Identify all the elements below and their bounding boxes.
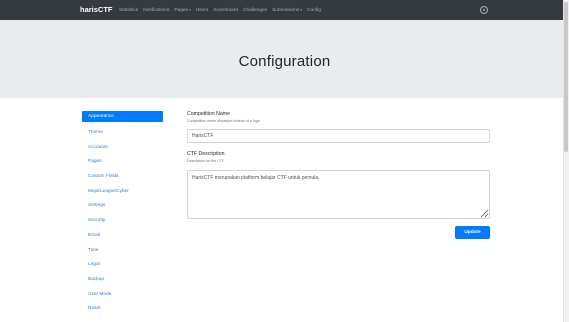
sidebar-item-reset[interactable]: Reset (82, 302, 163, 317)
nav-statistics-label: Statistics (119, 7, 139, 13)
sidebar-item-pages[interactable]: Pages (82, 155, 163, 170)
caret-down-icon: ▾ (188, 7, 191, 12)
competition-name-help: Competition name displayed instead of a … (187, 119, 260, 123)
sidebar-item-backup[interactable]: Backup (82, 273, 163, 288)
sidebar-item-theme[interactable]: Theme (82, 126, 163, 141)
page-title: Configuration (238, 52, 331, 70)
scrollbar-thumb[interactable] (564, 2, 568, 152)
nav-pages-label: Pages (174, 7, 188, 13)
config-sidebar: Appearance Theme Accounts Pages Custom F… (82, 111, 163, 317)
sidebar-item-accounts[interactable]: Accounts (82, 141, 163, 156)
sidebar-item-custom-fields[interactable]: Custom Fields (82, 170, 163, 185)
nav-config[interactable]: Config (307, 8, 321, 13)
sidebar-item-settings[interactable]: Settings (82, 199, 163, 214)
sidebar-item-legal[interactable]: Legal (82, 258, 163, 273)
nav-pages-dropdown[interactable]: Pages▾ (174, 8, 190, 13)
sidebar-item-user-mode[interactable]: User Mode (82, 288, 163, 303)
brand-logo-text[interactable]: harisCTF (80, 0, 113, 20)
nav-challenges[interactable]: Challenges (243, 8, 267, 13)
sidebar-item-time[interactable]: Time (82, 244, 163, 259)
ctf-description-help: Description for the CTF (187, 159, 225, 163)
nav-scoreboard-label: Scoreboard (213, 7, 239, 13)
nav-submissions-label: Submissions (272, 7, 300, 13)
nav-users-label: Users (195, 7, 209, 13)
theme-toggle-icon[interactable] (480, 6, 488, 14)
page-header: Configuration (0, 20, 569, 98)
nav-scoreboard[interactable]: Scoreboard (213, 8, 238, 13)
nav-statistics[interactable]: Statistics (119, 8, 138, 13)
sidebar-item-security[interactable]: Security (82, 214, 163, 229)
appearance-form: Competition Name Competition name displa… (187, 111, 490, 239)
nav-config-label: Config (307, 7, 321, 13)
nav-notifications-label: Notifications (143, 7, 170, 13)
competition-name-label: Competition Name (187, 111, 230, 117)
ctf-description-group: CTF Description Description for the CTF (187, 151, 490, 163)
caret-down-icon: ▾ (300, 7, 303, 12)
nav-links: Statistics Notifications Pages▾ Users Sc… (119, 0, 321, 20)
top-navbar: harisCTF Statistics Notifications Pages▾… (0, 0, 569, 20)
nav-submissions-dropdown[interactable]: Submissions▾ (272, 8, 302, 13)
sidebar-item-majorleaguecyber[interactable]: MajorLeagueCyber (82, 185, 163, 200)
sidebar-item-email[interactable]: Email (82, 229, 163, 244)
ctf-description-textarea[interactable]: HarisCTF merupakan platform belajar CTF … (187, 170, 490, 219)
ctf-description-label: CTF Description (187, 151, 225, 157)
nav-challenges-label: Challenges (243, 7, 268, 13)
sidebar-item-appearance[interactable]: Appearance (82, 111, 163, 122)
nav-users[interactable]: Users (196, 8, 209, 13)
competition-name-input[interactable] (187, 129, 490, 143)
update-button[interactable]: Update (455, 226, 490, 239)
nav-notifications[interactable]: Notifications (143, 8, 169, 13)
page-scrollbar[interactable] (563, 0, 569, 322)
